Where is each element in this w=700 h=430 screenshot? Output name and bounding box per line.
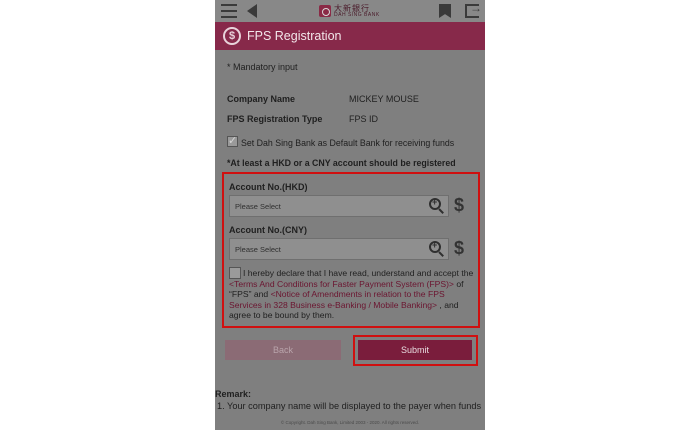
declaration-text: I hereby declare that I have read, under… (229, 268, 479, 321)
bank-logo-mark-icon (319, 5, 331, 17)
cny-account-label: Account No.(CNY) (229, 225, 307, 235)
logout-icon[interactable] (463, 0, 482, 22)
default-bank-checkbox[interactable] (227, 134, 238, 147)
company-name-label: Company Name (227, 94, 296, 104)
hkd-search-icon[interactable] (429, 197, 445, 214)
hkd-dollar-icon[interactable]: $ (454, 195, 464, 216)
fps-type-label: FPS Registration Type (227, 114, 323, 124)
fps-type-value: FPS ID (349, 114, 379, 124)
remark-item-1: 1. Your company name will be displayed t… (217, 401, 482, 411)
hamburger-menu-icon[interactable] (219, 0, 239, 22)
account-requirement-note: *At least a HKD or a CNY account should … (227, 158, 456, 168)
default-bank-label: Set Dah Sing Bank as Default Bank for re… (241, 138, 455, 148)
cny-dollar-icon[interactable]: $ (454, 238, 464, 259)
page-title: FPS Registration (247, 29, 342, 43)
top-nav-bar: 大新銀行 DAH SING BANK (215, 0, 485, 22)
fps-dollar-icon: $ (223, 27, 241, 45)
remark-title: Remark: (215, 389, 252, 399)
phone-screen: 大新銀行 DAH SING BANK $ FPS Registration * … (215, 0, 485, 430)
hkd-account-select[interactable]: Please Select (229, 195, 449, 217)
logo-english: DAH SING BANK (334, 11, 380, 18)
mandatory-note: * Mandatory input (227, 62, 298, 72)
page-title-bar: $ FPS Registration (215, 22, 485, 50)
cny-search-icon[interactable] (429, 240, 445, 257)
bookmark-icon[interactable] (437, 0, 453, 22)
declaration-pre: I hereby declare that I have read, under… (243, 268, 474, 278)
hkd-account-label: Account No.(HKD) (229, 182, 308, 192)
bank-logo: 大新銀行 DAH SING BANK (319, 1, 389, 21)
back-arrow-icon[interactable] (245, 0, 259, 22)
back-button[interactable]: Back (225, 340, 341, 360)
company-name-value: MICKEY MOUSE (349, 94, 419, 104)
form-content: * Mandatory input Company Name MICKEY MO… (215, 50, 485, 430)
terms-link[interactable]: <Terms And Conditions for Faster Payment… (229, 279, 454, 289)
submit-button[interactable]: Submit (358, 340, 472, 360)
copyright-footer: © Copyright. Dah Sing Bank, Limited 2003… (280, 419, 420, 425)
cny-account-select[interactable]: Please Select (229, 238, 449, 260)
